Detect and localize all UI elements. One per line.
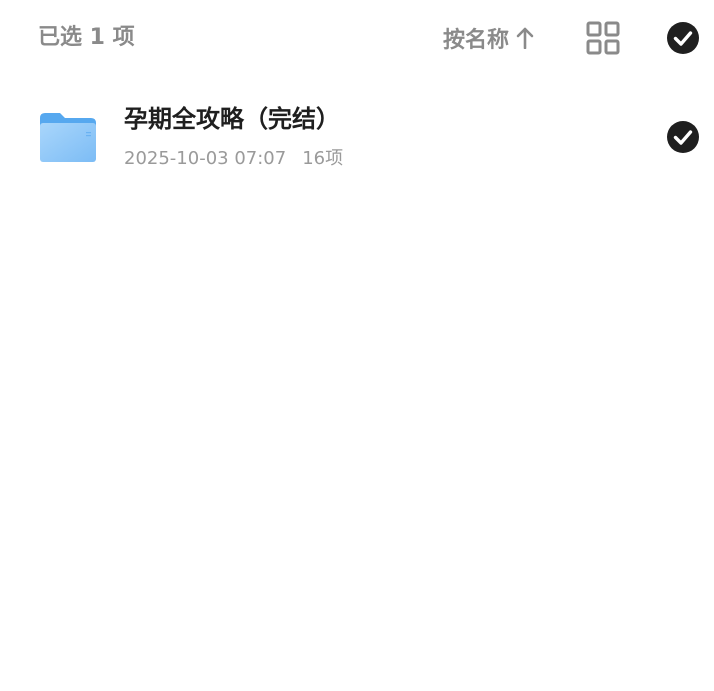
selected-count-label: 已选 1 项	[38, 25, 135, 50]
sort-label: 按名称	[443, 28, 510, 53]
select-all-checkbox[interactable]	[666, 21, 700, 55]
file-item-count: 16项	[302, 148, 344, 169]
file-meta: 2025-10-03 07:07 16项	[124, 146, 343, 172]
check-circle-icon	[667, 121, 699, 153]
file-date: 2025-10-03 07:07	[124, 148, 287, 169]
file-list-item[interactable]: 孕期全攻略（完结） 2025-10-03 07:07 16项	[0, 92, 714, 186]
folder-icon	[38, 110, 98, 164]
file-name: 孕期全攻略（完结）	[124, 105, 340, 133]
grid-view-icon	[586, 21, 620, 55]
item-select-checkbox[interactable]	[666, 120, 700, 154]
grid-view-toggle[interactable]	[586, 21, 620, 55]
check-circle-icon	[667, 22, 699, 54]
selection-header: 已选 1 项 按名称	[0, 0, 714, 78]
arrow-up-icon	[515, 26, 535, 50]
sort-by-name-button[interactable]: 按名称	[443, 22, 535, 54]
